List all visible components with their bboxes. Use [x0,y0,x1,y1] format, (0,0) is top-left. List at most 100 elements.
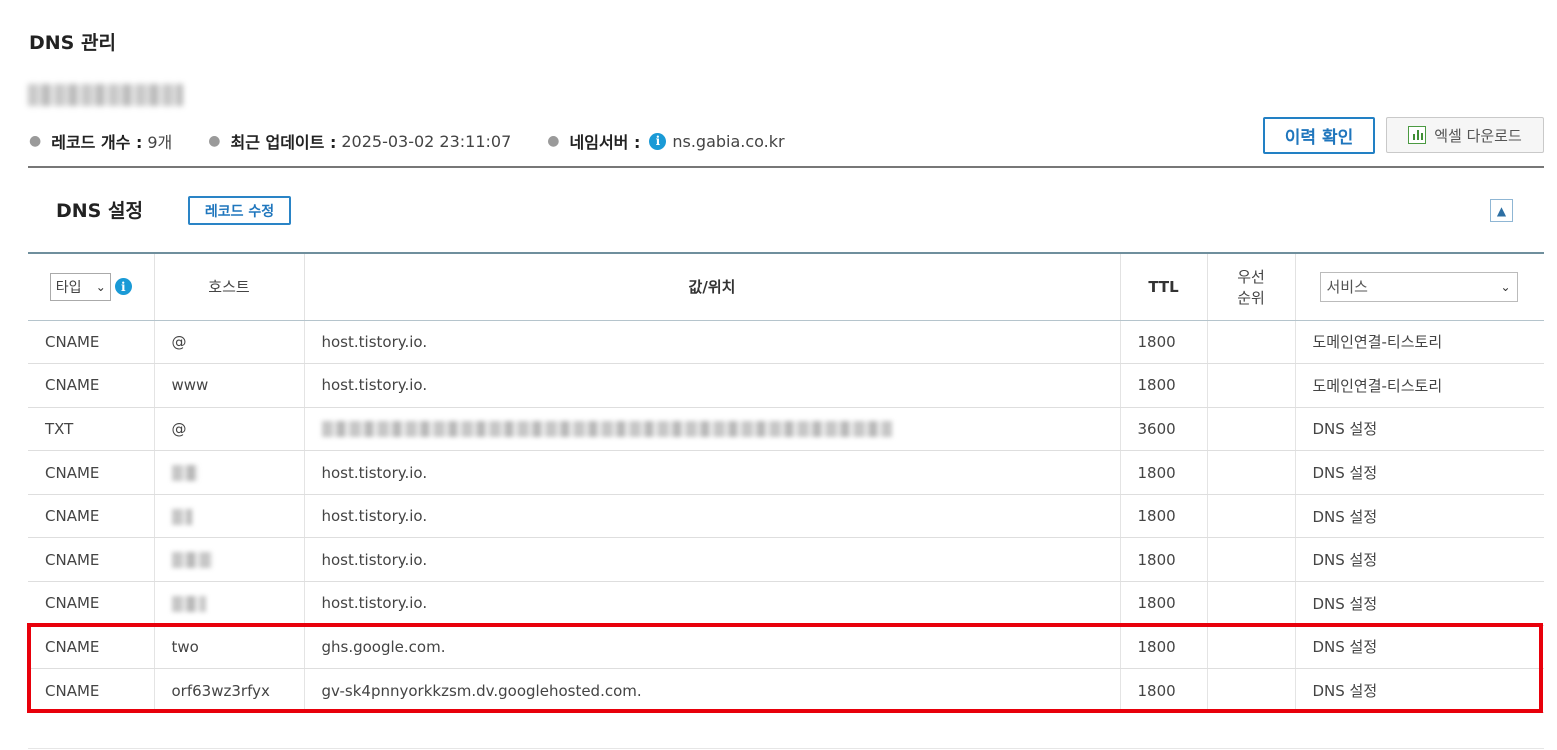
chevron-down-icon: ⌄ [1500,279,1511,294]
host-column-header: 호스트 [154,252,305,321]
service-filter-label: 서비스 [1326,278,1368,297]
type-cell: CNAME [28,494,155,539]
table-row[interactable]: CNAME two ghs.google.com. 1800 DNS 설정 [28,625,1544,670]
value-cell: host.tistory.io. [304,581,1121,626]
host-cell: @ [154,407,305,452]
type-filter-select[interactable]: 타입 ⌄ [49,272,111,301]
last-update-label: 최근 업데이트 : [230,133,337,152]
value-cell: host.tistory.io. [304,320,1121,365]
excel-chart-icon [1408,126,1427,144]
table-row[interactable]: CNAME @ host.tistory.io. 1800 도메인연결-티스토리 [28,320,1544,365]
history-button-label: 이력 확인 [1284,128,1354,148]
priority-cell [1207,537,1296,583]
ttl-cell: 1800 [1120,537,1208,583]
service-cell: DNS 설정 [1295,581,1544,626]
priority-cell [1207,407,1296,452]
excel-download-label: 엑셀 다운로드 [1434,126,1522,145]
type-cell: CNAME [28,625,155,670]
table-row[interactable]: CNAME www host.tistory.io. 1800 도메인연결-티스… [28,363,1544,408]
host-cell [154,494,305,539]
nameserver-value: ns.gabia.co.kr [672,131,785,151]
service-cell: 도메인연결-티스토리 [1295,320,1544,365]
type-cell: TXT [28,407,155,452]
service-cell: DNS 설정 [1295,407,1544,452]
type-cell: CNAME [28,320,155,365]
service-cell: DNS 설정 [1295,537,1544,583]
info-icon[interactable]: i [114,278,132,296]
type-cell: CNAME [28,450,155,495]
service-cell: DNS 설정 [1295,494,1544,539]
record-count-label: 레코드 개수 : [51,133,143,152]
summary-row: ● 레코드 개수 : 9개 ● 최근 업데이트 : 2025-03-02 23:… [29,128,785,154]
domain-name-redacted [28,84,183,106]
service-cell: DNS 설정 [1295,668,1544,713]
last-update-value: 2025-03-02 23:11:07 [341,131,512,151]
table-row[interactable]: CNAME host.tistory.io. 1800 DNS 설정 [28,581,1544,626]
value-cell [304,407,1121,452]
ttl-cell: 1800 [1120,320,1208,365]
table-row[interactable]: CNAME host.tistory.io. 1800 DNS 설정 [28,494,1544,539]
priority-cell [1207,320,1296,365]
redacted-host [171,595,206,612]
section-title: DNS 설정 [56,200,143,222]
priority-column-header: 우선 순위 [1207,252,1296,321]
ttl-cell: 1800 [1120,625,1208,670]
host-cell [154,581,305,626]
ttl-cell: 3600 [1120,407,1208,452]
bullet-icon: ● [29,133,42,149]
history-button[interactable]: 이력 확인 [1263,117,1375,154]
last-update: ● 최근 업데이트 : 2025-03-02 23:11:07 [208,129,511,153]
table-row[interactable]: CNAME host.tistory.io. 1800 DNS 설정 [28,450,1544,495]
service-cell: 도메인연결-티스토리 [1295,363,1544,408]
page-title: DNS 관리 [29,32,116,54]
host-cell: orf63wz3rfyx [154,668,305,713]
value-cell: ghs.google.com. [304,625,1121,670]
dns-records-table: 타입 ⌄ i 호스트 값/위치 TTL 우선 순위 서비스 ⌄ CNAME @ … [28,252,1544,713]
record-count: ● 레코드 개수 : 9개 [29,129,172,153]
priority-cell [1207,494,1296,539]
record-count-value: 9개 [147,133,173,152]
service-cell: DNS 설정 [1295,450,1544,495]
value-cell: gv-sk4pnnyorkkzsm.dv.googlehosted.com. [304,668,1121,713]
type-column-header: 타입 ⌄ i [28,252,155,321]
divider [28,748,1544,749]
value-column-header: 값/위치 [304,252,1121,321]
type-filter-label: 타입 [55,279,82,296]
priority-header-line1: 우선 [1237,267,1265,286]
host-cell [154,450,305,495]
ttl-column-header: TTL [1120,252,1208,321]
table-row[interactable]: CNAME host.tistory.io. 1800 DNS 설정 [28,537,1544,583]
excel-download-button[interactable]: 엑셀 다운로드 [1386,117,1544,153]
divider [28,166,1544,168]
table-header-row: 타입 ⌄ i 호스트 값/위치 TTL 우선 순위 서비스 ⌄ [28,252,1544,321]
collapse-button[interactable]: ▲ [1490,199,1513,222]
value-cell: host.tistory.io. [304,363,1121,408]
service-column-header: 서비스 ⌄ [1295,252,1544,321]
table-row[interactable]: TXT @ 3600 DNS 설정 [28,407,1544,452]
service-filter-select[interactable]: 서비스 ⌄ [1319,271,1518,302]
host-cell: www [154,363,305,408]
priority-cell [1207,668,1296,713]
host-cell: two [154,625,305,670]
type-cell: CNAME [28,537,155,583]
ttl-cell: 1800 [1120,581,1208,626]
priority-cell [1207,450,1296,495]
edit-records-label: 레코드 수정 [204,203,275,220]
service-cell: DNS 설정 [1295,625,1544,670]
priority-cell [1207,363,1296,408]
bullet-icon: ● [208,133,221,149]
nameserver-label: 네임서버 : [569,133,641,152]
value-cell: host.tistory.io. [304,537,1121,583]
priority-cell [1207,625,1296,670]
chevron-down-icon: ⌄ [95,279,106,294]
table-row[interactable]: CNAME orf63wz3rfyx gv-sk4pnnyorkkzsm.dv.… [28,668,1544,713]
priority-header-line2: 순위 [1237,288,1265,307]
redacted-host [171,465,198,482]
edit-records-button[interactable]: 레코드 수정 [188,196,291,225]
nameserver: ● 네임서버 : i ns.gabia.co.kr [547,129,784,153]
value-cell: host.tistory.io. [304,450,1121,495]
ttl-cell: 1800 [1120,668,1208,713]
info-icon[interactable]: i [649,132,667,150]
ttl-cell: 1800 [1120,363,1208,408]
host-cell [154,537,305,583]
